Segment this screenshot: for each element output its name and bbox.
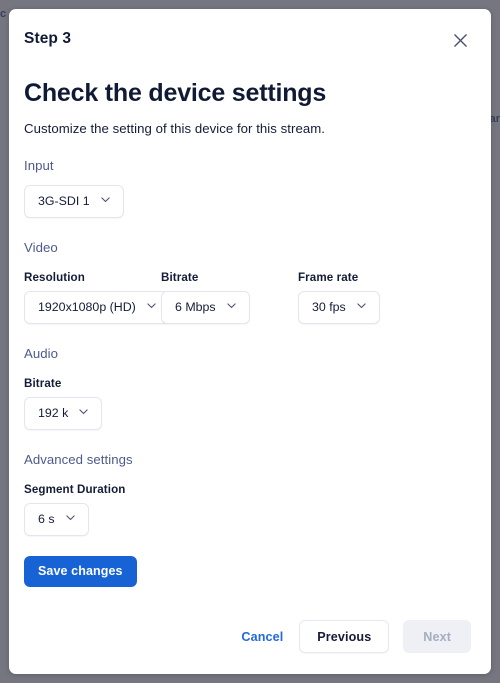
- cancel-button[interactable]: Cancel: [239, 624, 285, 650]
- chevron-down-icon: [225, 299, 238, 315]
- input-source-value: 3G-SDI 1: [38, 194, 90, 209]
- video-field-frame-rate: Frame rate 30 fps: [298, 255, 435, 324]
- backdrop-text-right: ar: [489, 113, 500, 125]
- section-heading-advanced-settings: Advanced settings: [24, 451, 133, 467]
- input-source-select[interactable]: 3G-SDI 1: [24, 184, 124, 218]
- label-video-bitrate: Bitrate: [161, 270, 199, 284]
- section-heading-audio: Audio: [24, 345, 58, 361]
- video-fields-row: Resolution 1920x1080p (HD) Bitrate 6 Mbp…: [24, 255, 471, 324]
- frame-rate-select[interactable]: 30 fps: [298, 290, 380, 324]
- chevron-down-icon: [145, 299, 158, 315]
- close-button[interactable]: [449, 29, 471, 51]
- save-changes-button[interactable]: Save changes: [24, 555, 137, 587]
- chevron-down-icon: [355, 299, 368, 315]
- video-bitrate-select[interactable]: 6 Mbps: [161, 290, 250, 324]
- label-segment-duration: Segment Duration: [24, 482, 126, 496]
- device-settings-modal: Step 3 Check the device settings Customi…: [9, 9, 491, 674]
- section-heading-input: Input: [24, 157, 54, 173]
- section-heading-video: Video: [24, 239, 58, 255]
- backdrop-text-left: c: [0, 8, 7, 20]
- resolution-select[interactable]: 1920x1080p (HD): [24, 290, 170, 324]
- video-bitrate-value: 6 Mbps: [175, 300, 216, 315]
- modal-body: Check the device settings Customize the …: [9, 51, 491, 620]
- frame-rate-value: 30 fps: [312, 300, 346, 315]
- audio-bitrate-value: 192 k: [38, 406, 69, 421]
- chevron-down-icon: [64, 511, 77, 527]
- segment-duration-value: 6 s: [38, 512, 55, 527]
- close-icon: [453, 33, 468, 48]
- page-title: Check the device settings: [24, 79, 327, 107]
- segment-duration-select[interactable]: 6 s: [24, 502, 89, 536]
- chevron-down-icon: [99, 193, 112, 209]
- modal-footer: Cancel Previous Next: [9, 620, 491, 674]
- modal-header: Step 3: [9, 9, 491, 51]
- label-frame-rate: Frame rate: [298, 270, 359, 284]
- resolution-value: 1920x1080p (HD): [38, 300, 136, 315]
- video-field-resolution: Resolution 1920x1080p (HD): [24, 255, 170, 324]
- label-resolution: Resolution: [24, 270, 85, 284]
- chevron-down-icon: [77, 405, 90, 421]
- previous-button[interactable]: Previous: [299, 620, 390, 653]
- step-label: Step 3: [24, 30, 72, 47]
- page-subtitle: Customize the setting of this device for…: [24, 120, 325, 136]
- next-button[interactable]: Next: [403, 620, 471, 653]
- label-audio-bitrate: Bitrate: [24, 376, 62, 390]
- audio-bitrate-select[interactable]: 192 k: [24, 396, 103, 430]
- video-field-bitrate: Bitrate 6 Mbps: [161, 255, 298, 324]
